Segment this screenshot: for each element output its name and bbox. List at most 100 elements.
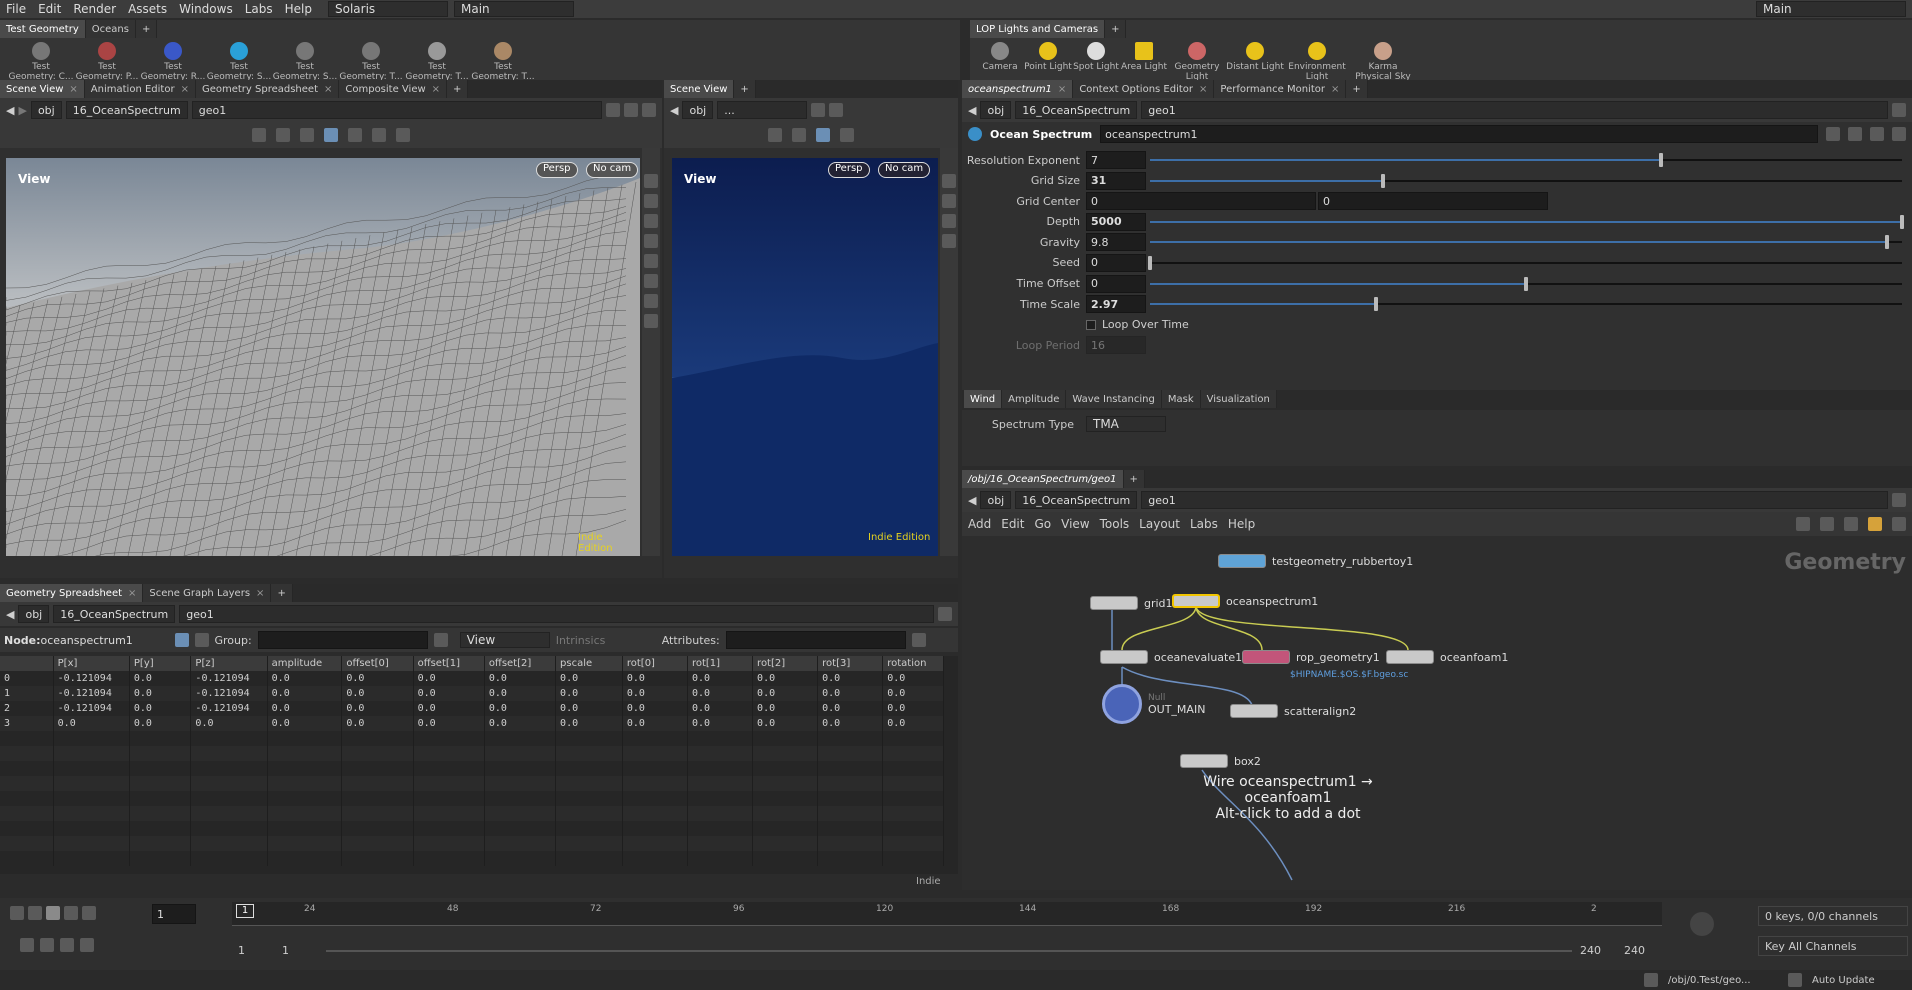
- group-input[interactable]: [257, 631, 428, 649]
- back-arrow-icon[interactable]: ◀: [968, 494, 976, 507]
- filter-icon[interactable]: [433, 633, 448, 647]
- crumb-obj[interactable]: obj: [18, 605, 50, 623]
- key-all-channels-button[interactable]: Key All Channels: [1758, 936, 1908, 956]
- tab-geometry-spreadsheet[interactable]: Geometry Spreadsheet ×: [195, 80, 340, 98]
- shelf-tool-geometry-light[interactable]: Geometry Light: [1168, 38, 1226, 82]
- column-header[interactable]: rot[0]: [622, 656, 688, 671]
- add-tab-icon[interactable]: +: [271, 584, 293, 602]
- link-icon[interactable]: [624, 103, 638, 117]
- tab-amplitude[interactable]: Amplitude: [1002, 390, 1067, 408]
- crumb-network[interactable]: 16_OceanSpectrum: [1015, 101, 1138, 119]
- shelf-tool-pig[interactable]: Test Geometry: P...: [74, 38, 140, 82]
- select-tool-icon[interactable]: [768, 128, 782, 142]
- add-shelf-tab-icon[interactable]: +: [135, 20, 158, 38]
- tab-wind[interactable]: Wind: [964, 390, 1003, 408]
- wrench-icon[interactable]: [1796, 517, 1810, 531]
- info-icon[interactable]: [1870, 127, 1884, 141]
- shelf-tool-rubbertoy[interactable]: Test Geometry: R...: [140, 38, 206, 82]
- viewport-3d[interactable]: View Persp No cam Indie Edition: [6, 158, 640, 556]
- close-icon[interactable]: ×: [69, 84, 77, 95]
- net-menu-edit[interactable]: Edit: [1001, 517, 1024, 531]
- column-header[interactable]: pscale: [555, 656, 623, 671]
- crumb-network[interactable]: 16_OceanSpectrum: [1015, 491, 1138, 509]
- parm-field[interactable]: 31: [1086, 171, 1146, 190]
- frame-marker[interactable]: 1: [236, 904, 254, 918]
- jump-start-icon[interactable]: [10, 906, 24, 920]
- node-oceanevaluate1[interactable]: oceanevaluate1: [1100, 650, 1242, 664]
- transform-tool-icon[interactable]: [792, 128, 806, 142]
- message-icon[interactable]: [1644, 973, 1658, 987]
- right-desktop-dropdown[interactable]: Main: [1756, 1, 1906, 17]
- pin-icon[interactable]: [606, 103, 620, 117]
- menu-help[interactable]: Help: [279, 2, 318, 16]
- search-icon[interactable]: [1848, 127, 1862, 141]
- context-dropdown[interactable]: Main: [454, 1, 574, 17]
- clock-icon[interactable]: [80, 938, 94, 952]
- column-header[interactable]: P[x]: [53, 656, 130, 671]
- shelf-tool-torus[interactable]: Test Geometry: T...: [470, 38, 536, 82]
- desktop-dropdown[interactable]: Solaris: [328, 1, 448, 17]
- shelf-tool-point-light[interactable]: Point Light: [1024, 38, 1072, 82]
- tab-scene-view-2[interactable]: Scene View: [664, 80, 735, 98]
- grid-view-icon[interactable]: [1820, 517, 1834, 531]
- node-testgeometry-rubbertoy1[interactable]: testgeometry_rubbertoy1: [1218, 554, 1413, 568]
- node-oceanfoam1[interactable]: oceanfoam1: [1386, 650, 1508, 664]
- parm-slider[interactable]: [1148, 254, 1902, 272]
- tab-geometry-spreadsheet[interactable]: Geometry Spreadsheet ×: [0, 584, 144, 602]
- crumb-obj[interactable]: obj: [980, 491, 1012, 509]
- gear-icon[interactable]: [1826, 127, 1840, 141]
- add-shelf-tab-icon[interactable]: +: [1105, 20, 1127, 38]
- filter-icon[interactable]: [911, 633, 926, 647]
- step-back-icon[interactable]: [28, 906, 42, 920]
- display-options-icon[interactable]: [644, 174, 658, 188]
- shelf-tool-area-light[interactable]: Area Light: [1120, 38, 1168, 82]
- render-icon[interactable]: [396, 128, 410, 142]
- forward-arrow-icon[interactable]: ▶: [18, 104, 26, 117]
- camera-view-icon[interactable]: [642, 103, 656, 117]
- points-icon[interactable]: [174, 633, 189, 647]
- column-header[interactable]: offset[2]: [484, 656, 557, 671]
- shading-icon[interactable]: [942, 214, 956, 228]
- shelf-tool-template[interactable]: Test Geometry: T...: [404, 38, 470, 82]
- lock-icon[interactable]: [644, 194, 658, 208]
- shelf-tool-tommy[interactable]: Test Geometry: T...: [338, 38, 404, 82]
- net-menu-go[interactable]: Go: [1034, 517, 1051, 531]
- shelf-tab-oceans[interactable]: Oceans: [85, 20, 136, 38]
- parm-field[interactable]: 9.8: [1086, 233, 1146, 252]
- close-icon[interactable]: ×: [1331, 84, 1339, 95]
- snap-icon[interactable]: [348, 128, 362, 142]
- parm-field[interactable]: 0: [1086, 274, 1146, 293]
- shelf-tool-camera[interactable]: Camera: [976, 38, 1024, 82]
- column-header[interactable]: rot[1]: [687, 656, 754, 671]
- crumb-geo[interactable]: geo1: [1141, 101, 1888, 119]
- help-icon[interactable]: [1892, 127, 1906, 141]
- pin-icon[interactable]: [811, 103, 826, 117]
- search-icon[interactable]: [1892, 517, 1906, 531]
- shelf-tool-environment-light[interactable]: Environment Light: [1284, 38, 1350, 82]
- tab-mask[interactable]: Mask: [1161, 390, 1201, 408]
- display-options-icon[interactable]: [942, 174, 956, 188]
- menu-windows[interactable]: Windows: [173, 2, 239, 16]
- crumb-obj[interactable]: obj: [682, 101, 714, 119]
- crumb-geo[interactable]: geo1: [179, 605, 934, 623]
- prims-icon[interactable]: [194, 633, 209, 647]
- render-icon[interactable]: [840, 128, 854, 142]
- add-tab-icon[interactable]: +: [1123, 470, 1145, 488]
- close-icon[interactable]: ×: [1199, 84, 1207, 95]
- view-tool-icon[interactable]: [816, 128, 830, 142]
- tab-wave-instancing[interactable]: Wave Instancing: [1066, 390, 1162, 408]
- parm-field[interactable]: 2.97: [1086, 295, 1146, 314]
- add-tab-icon[interactable]: +: [1346, 80, 1368, 98]
- column-header[interactable]: offset[0]: [341, 656, 414, 671]
- add-tab-icon[interactable]: +: [734, 80, 756, 98]
- net-menu-tools[interactable]: Tools: [1100, 517, 1130, 531]
- current-frame-input[interactable]: 1: [152, 904, 196, 924]
- crumb-geo[interactable]: geo1: [1141, 491, 1888, 509]
- background-icon[interactable]: [644, 314, 658, 328]
- handle-tool-icon[interactable]: [300, 128, 314, 142]
- pin-icon[interactable]: [1892, 493, 1906, 507]
- shelf-tool-squab[interactable]: Test Geometry: S...: [272, 38, 338, 82]
- auto-update-dropdown[interactable]: Auto Update: [1812, 975, 1902, 986]
- viewport-3d-2[interactable]: View Persp No cam Indie Edition: [672, 158, 938, 556]
- node-box2[interactable]: box2: [1180, 754, 1261, 768]
